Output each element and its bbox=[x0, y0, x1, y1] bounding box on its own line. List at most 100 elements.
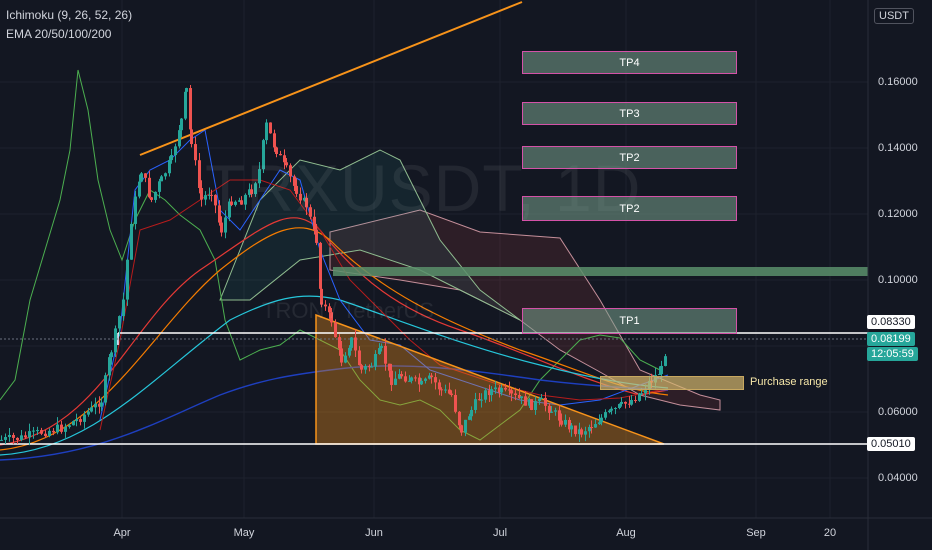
candle-body bbox=[594, 424, 597, 428]
candle-body bbox=[490, 389, 493, 396]
candle-body bbox=[90, 407, 93, 412]
currency-selector[interactable]: USDT bbox=[874, 8, 914, 24]
candle-body bbox=[358, 350, 361, 366]
candle-body bbox=[620, 401, 623, 404]
candle-body bbox=[160, 176, 163, 182]
candle-body bbox=[0, 439, 3, 441]
purchase-range-box[interactable] bbox=[600, 376, 744, 390]
candle-body bbox=[634, 400, 637, 402]
candle-body bbox=[520, 396, 523, 399]
candle-body bbox=[558, 410, 561, 421]
candle-body bbox=[590, 427, 593, 429]
candle-body bbox=[440, 389, 443, 391]
candle-body bbox=[32, 430, 35, 432]
resistance-price-tag: 0.08330 bbox=[867, 315, 915, 329]
candle-body bbox=[404, 376, 407, 382]
candle-body bbox=[64, 426, 67, 432]
candle-body bbox=[504, 387, 507, 390]
ema-indicator-label[interactable]: EMA 20/50/100/200 bbox=[6, 27, 111, 41]
candle-body bbox=[79, 419, 82, 422]
candle-body bbox=[189, 88, 192, 130]
candle-body bbox=[140, 173, 143, 182]
candle-body bbox=[344, 355, 347, 363]
candle-body bbox=[638, 393, 641, 401]
candle-body bbox=[12, 434, 15, 438]
time-tick: Aug bbox=[616, 527, 636, 539]
target-box-tp3[interactable]: TP3 bbox=[522, 102, 737, 125]
candle-body bbox=[4, 437, 7, 440]
candle-body bbox=[20, 435, 23, 440]
price-tick: 0.10000 bbox=[878, 274, 918, 286]
candle-body bbox=[434, 377, 437, 383]
candle-body bbox=[360, 365, 363, 370]
candle-body bbox=[180, 118, 183, 131]
candle-body bbox=[630, 400, 633, 405]
time-tick: Sep bbox=[746, 527, 766, 539]
candle-body bbox=[598, 422, 601, 425]
candle-body bbox=[618, 403, 621, 408]
candle-body bbox=[178, 130, 181, 147]
ichimoku-indicator-label[interactable]: Ichimoku (9, 26, 52, 26) bbox=[6, 8, 132, 22]
candle-body bbox=[468, 416, 471, 420]
target-box-tp2-upper[interactable]: TP2 bbox=[522, 146, 737, 169]
candle-body bbox=[658, 374, 661, 376]
time-tick: Jul bbox=[492, 527, 508, 539]
candle-body bbox=[378, 348, 381, 355]
candle-body bbox=[614, 407, 617, 409]
candle-body bbox=[94, 403, 97, 408]
time-tick: 20 bbox=[823, 527, 837, 539]
candle-body bbox=[370, 366, 373, 368]
candle-body bbox=[484, 390, 487, 400]
target-box-tp4[interactable]: TP4 bbox=[522, 51, 737, 74]
candle-body bbox=[87, 411, 90, 415]
candle-body bbox=[60, 424, 63, 432]
candle-body bbox=[170, 155, 173, 161]
candle-body bbox=[122, 299, 125, 317]
support-price-tag: 0.05010 bbox=[867, 437, 915, 451]
candle-body bbox=[168, 160, 171, 174]
candle-body bbox=[514, 393, 517, 396]
candle-body bbox=[130, 223, 133, 260]
price-tick: 0.04000 bbox=[878, 472, 918, 484]
candle-body bbox=[44, 433, 47, 437]
candle-body bbox=[380, 345, 383, 349]
candle-body bbox=[448, 389, 451, 394]
candle-body bbox=[530, 399, 533, 410]
pair-watermark: TRON / TetherUS bbox=[262, 298, 434, 323]
rising-resistance-trendline bbox=[139, 1, 523, 156]
candle-body bbox=[510, 390, 513, 394]
candle-body bbox=[126, 259, 129, 300]
candle-body bbox=[148, 177, 151, 198]
candle-body bbox=[198, 160, 201, 188]
candle-body bbox=[75, 419, 78, 422]
candle-body bbox=[414, 377, 417, 379]
candle-body bbox=[48, 430, 51, 437]
price-chart-canvas[interactable] bbox=[0, 0, 932, 550]
candle-body bbox=[190, 129, 193, 145]
candle-body bbox=[40, 430, 43, 434]
candle-body bbox=[104, 375, 107, 403]
purchase-range-label: Purchase range bbox=[750, 376, 828, 388]
candle-body bbox=[265, 122, 268, 141]
last-price-tag: 0.08199 bbox=[867, 332, 915, 346]
candle-body bbox=[138, 181, 141, 197]
candle-body bbox=[8, 434, 11, 438]
candle-body bbox=[315, 229, 318, 243]
candle-body bbox=[269, 122, 272, 134]
target-box-tp2-lower[interactable]: TP2 bbox=[522, 196, 737, 221]
candle-body bbox=[494, 387, 497, 390]
candle-body bbox=[564, 419, 567, 425]
candle-body bbox=[114, 328, 117, 353]
candle-body bbox=[340, 348, 343, 363]
target-box-tp1[interactable]: TP1 bbox=[522, 308, 737, 334]
candle-body bbox=[273, 133, 276, 148]
candle-body bbox=[420, 380, 423, 385]
bar-countdown-tag: 12:05:59 bbox=[867, 347, 918, 361]
candle-body bbox=[540, 397, 543, 399]
candle-body bbox=[364, 366, 367, 370]
candle-body bbox=[604, 412, 607, 418]
price-tick: 0.12000 bbox=[878, 208, 918, 220]
candle-body bbox=[444, 389, 447, 391]
candle-body bbox=[600, 417, 603, 423]
candle-body bbox=[354, 337, 357, 351]
